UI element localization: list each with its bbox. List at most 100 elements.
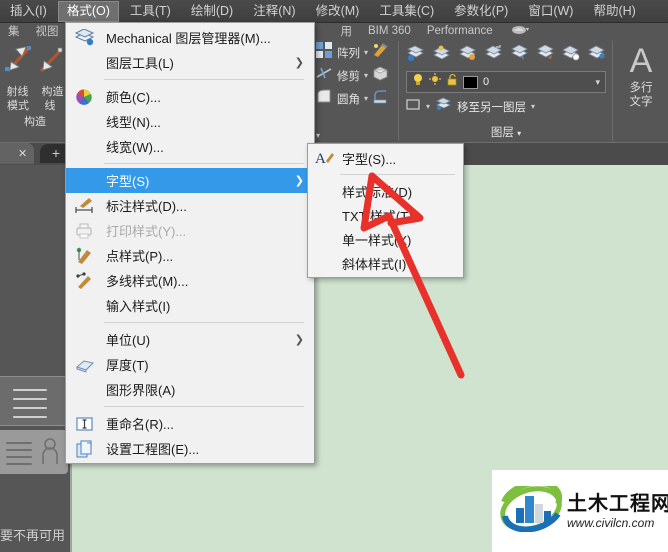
layer-off-icon[interactable] [484, 45, 503, 67]
construction-line-icon[interactable] [38, 45, 66, 82]
submenu-option-label: TXT 样式(T) [342, 208, 413, 224]
document-tab[interactable] [0, 143, 34, 164]
submenu-option-single-style[interactable]: 单一样式(X) [308, 227, 463, 251]
layer-state-chevron-down-icon[interactable]: ▾ [426, 102, 430, 111]
menu-option-multiline-style[interactable]: 多线样式(M)... [66, 268, 314, 293]
fillet-chevron-down-icon[interactable]: ▾ [364, 94, 368, 103]
svg-text:A: A [315, 151, 326, 167]
layer-thaw-sun-icon[interactable] [429, 73, 441, 91]
layer-properties-icon[interactable] [406, 45, 425, 67]
hamburger-bar-2 [13, 398, 47, 400]
ribbon-cloud-icon[interactable] [501, 24, 537, 38]
layer-chevron-down-icon[interactable]: ▾ [595, 77, 600, 88]
submenu-option-text-style-dialog[interactable]: A 字型(S)... [308, 146, 463, 170]
menu-option-drawing-limits[interactable]: 图形界限(A) [66, 377, 314, 402]
hamburger-bar-4 [13, 416, 47, 418]
menu-item-insert[interactable]: 插入(I) [1, 1, 56, 22]
dimension-style-icon [75, 197, 95, 215]
menu-separator [104, 79, 304, 80]
menu-option-units[interactable]: 单位(U) ❯ [66, 327, 314, 352]
array-row[interactable]: 阵列 ▾ [313, 41, 398, 64]
menu-item-modify[interactable]: 修改(M) [307, 1, 369, 22]
layer-panel-title-row: 图层 ▾ [400, 124, 612, 140]
layer-freeze-icon[interactable] [458, 45, 477, 67]
menu-option-drawing-setup[interactable]: 设置工程图(E)... [66, 436, 314, 461]
layer-isolate-icon[interactable] [432, 45, 451, 67]
menu-option-import-style[interactable]: 输入样式(I) [66, 293, 314, 318]
layer-previous-icon[interactable] [536, 44, 555, 67]
ribbon-tab-3[interactable]: BIM 360 [360, 25, 419, 37]
left-panel-card-menu[interactable] [0, 376, 70, 426]
menu-option-thickness[interactable]: 厚度(T) [66, 352, 314, 377]
layer-panel-expand-icon[interactable]: ▾ [517, 129, 521, 138]
text-style-submenu: A 字型(S)... 样式标准(D) TXT 样式(T) 单一样式(X) 斜体样… [307, 143, 464, 278]
fillet-icon[interactable] [316, 88, 333, 109]
menu-item-format[interactable]: 格式(O) [57, 0, 119, 22]
menu-item-toolsets[interactable]: 工具集(C) [370, 1, 443, 22]
menu-item-parametric[interactable]: 参数化(P) [445, 1, 517, 22]
point-style-icon [75, 247, 95, 265]
menu-item-draw[interactable]: 绘制(D) [182, 1, 242, 22]
menu-option-layer-tools[interactable]: 图层工具(L) ❯ [66, 50, 314, 75]
menu-option-label: 线型(N)... [106, 115, 161, 130]
menu-option-rename[interactable]: 重命名(R)... [66, 411, 314, 436]
match-properties-icon[interactable] [372, 42, 389, 63]
move-to-layer-icon[interactable] [435, 97, 452, 116]
user-list-bar-4 [6, 463, 32, 465]
menu-option-label: 厚度(T) [106, 358, 149, 373]
fillet-label: 圆角 [337, 93, 360, 106]
ribbon-tab-2[interactable]: 用 [333, 23, 361, 39]
menu-option-label: 打印样式(Y)... [106, 224, 187, 239]
layer-state-icon[interactable] [406, 98, 421, 116]
menu-separator [104, 322, 304, 323]
layer-lock-icon[interactable] [562, 45, 581, 67]
menu-bar: 插入(I) 格式(O) 工具(T) 绘制(D) 注释(N) 修改(M) 工具集(… [0, 0, 668, 23]
layer-unlock-icon[interactable] [446, 73, 458, 91]
menu-option-plot-style: 打印样式(Y)... [66, 218, 314, 243]
trim-chevron-down-icon[interactable]: ▾ [364, 71, 368, 80]
menu-item-annotate[interactable]: 注释(N) [244, 1, 304, 22]
fillet-row[interactable]: 圆角 ▾ [313, 87, 398, 110]
layer-selector-combobox[interactable]: 0 ▾ [406, 71, 606, 93]
extrude-icon[interactable] [372, 88, 389, 109]
menu-option-dimension-style[interactable]: 标注样式(D)... [66, 193, 314, 218]
menu-option-lineweight[interactable]: 线宽(W)... [66, 134, 314, 159]
solid-box-icon[interactable] [372, 65, 389, 86]
menu-option-text-style[interactable]: 字型(S) ❯ [66, 168, 314, 193]
menu-option-point-style[interactable]: 点样式(P)... [66, 243, 314, 268]
ribbon-tab-0[interactable]: 集 [0, 23, 28, 39]
menu-option-linetype[interactable]: 线型(N)... [66, 109, 314, 134]
layer-color-swatch[interactable] [463, 75, 478, 89]
left-panel-card-user[interactable] [0, 430, 68, 474]
modify-panel-expand-icon[interactable]: ▾ [316, 131, 320, 140]
construction-panel-title: 构造 [24, 116, 46, 128]
trim-icon[interactable] [316, 65, 333, 86]
watermark-logo-icon [500, 479, 563, 537]
array-icon[interactable] [316, 42, 333, 63]
mtext-glyph-icon[interactable]: A [614, 41, 668, 81]
array-chevron-down-icon[interactable]: ▾ [364, 48, 368, 57]
menu-item-window[interactable]: 窗口(W) [519, 1, 582, 22]
multiline-style-icon [75, 272, 95, 290]
trim-row[interactable]: 修剪 ▾ [313, 64, 398, 87]
mode-label: 模式 [7, 100, 29, 112]
layer-on-bulb-icon[interactable] [412, 73, 424, 91]
layer-match-icon[interactable] [588, 45, 607, 67]
menu-item-tools[interactable]: 工具(T) [121, 1, 180, 22]
ribbon-panel-modify: 阵列 ▾ 修剪 ▾ 圆角 ▾ ▾ [313, 41, 399, 141]
ribbon-tab-4[interactable]: Performance [419, 25, 501, 37]
close-icon[interactable]: ✕ [18, 147, 27, 160]
menu-item-help[interactable]: 帮助(H) [584, 1, 644, 22]
ribbon-tab-1[interactable]: 视图 [28, 23, 67, 39]
watermark-title: 土木工程网 [567, 492, 668, 515]
menu-option-mechanical-layer-manager[interactable]: Mechanical 图层管理器(M)... [66, 25, 314, 50]
submenu-option-italic-style[interactable]: 斜体样式(I) [308, 251, 463, 275]
menu-option-label: 图层工具(L) [106, 56, 174, 71]
submenu-option-label: 样式标准(D) [342, 184, 413, 200]
submenu-option-txt-style[interactable]: TXT 样式(T) [308, 203, 463, 227]
menu-option-color[interactable]: 颜色(C)... [66, 84, 314, 109]
layer-merge-icon[interactable] [510, 44, 529, 67]
submenu-option-style-standard[interactable]: 样式标准(D) [308, 179, 463, 203]
ray-icon[interactable] [4, 43, 34, 82]
move-to-layer-chevron-down-icon[interactable]: ▾ [531, 102, 535, 111]
